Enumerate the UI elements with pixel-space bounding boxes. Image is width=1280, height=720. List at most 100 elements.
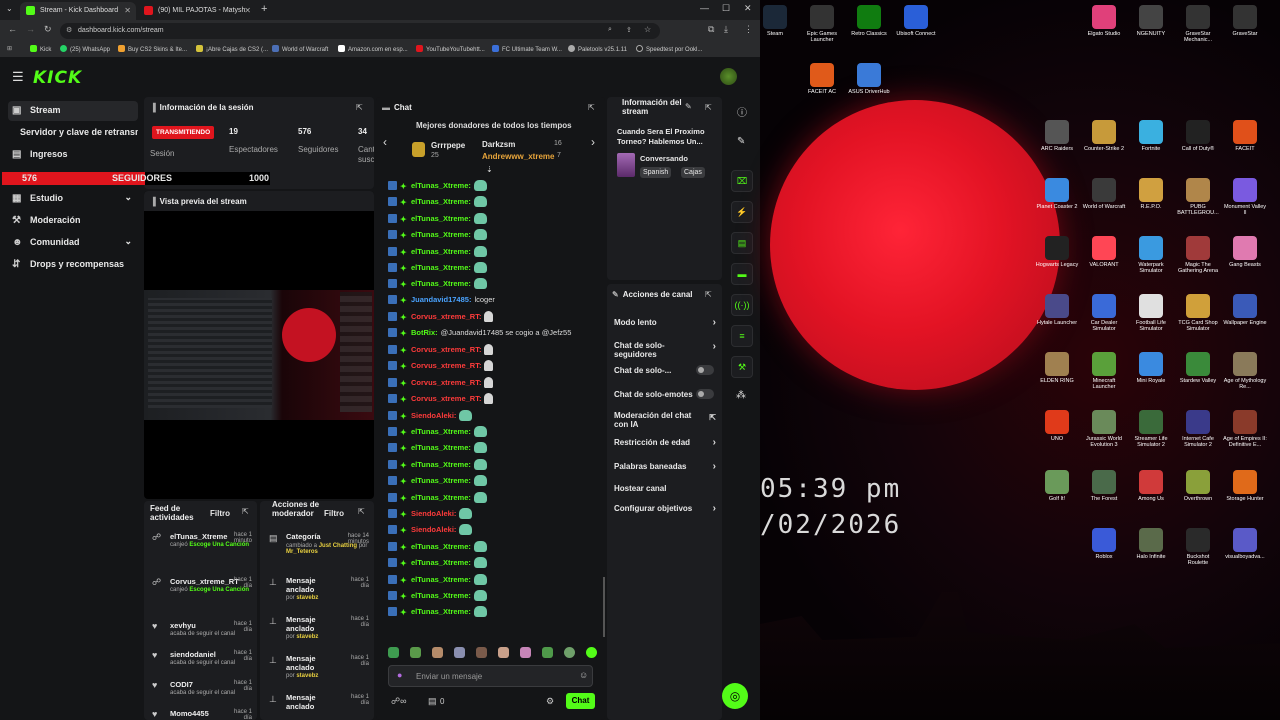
desktop-icon[interactable]: Gang Beasts: [1223, 236, 1267, 268]
bookmark-speedtest[interactable]: Speedtest por Ookl...: [636, 45, 702, 53]
desktop-icon[interactable]: visualboyadva...: [1223, 528, 1267, 560]
bookmark-amazon[interactable]: Amazon.com en esp...: [338, 45, 408, 53]
chat-username[interactable]: elTunas_Xtreme:: [411, 230, 471, 239]
desktop-icon[interactable]: Golf It!: [1035, 470, 1079, 502]
bookmark-cs2-cajas[interactable]: ¡Abre Cajas de CS2 (...: [196, 45, 268, 53]
feed-item[interactable]: ♥ Momo4455 hace 1 día: [152, 709, 252, 720]
desktop-icon[interactable]: Age of Mythology Re...: [1223, 352, 1267, 391]
rail-button-settings[interactable]: ≡: [731, 325, 753, 347]
pencil-icon[interactable]: ✎: [685, 102, 692, 111]
rail-button-doc[interactable]: ▤: [731, 232, 753, 254]
chat-input[interactable]: ● Enviar un mensaje ☺: [388, 665, 593, 687]
mic-icon[interactable]: ●: [397, 670, 402, 680]
desktop-icon[interactable]: NGENUITY: [1129, 5, 1173, 37]
chat-username[interactable]: elTunas_Xtreme:: [411, 181, 471, 190]
share-icon[interactable]: ⇪: [626, 26, 632, 34]
sidebar-item-drops[interactable]: ⇵ Drops y recompensas: [8, 255, 138, 275]
user-avatar[interactable]: [720, 68, 737, 85]
channel-action-item[interactable]: Configurar objetivos ›: [614, 503, 718, 514]
external-link-icon[interactable]: ⇱: [709, 413, 716, 422]
sidebar-item-moderacion[interactable]: ⚒ Moderación: [8, 211, 138, 231]
maximize-icon[interactable]: ☐: [722, 3, 730, 14]
emoji-icon[interactable]: ☺: [579, 670, 588, 680]
channel-action-item[interactable]: Modo lento ›: [614, 317, 718, 328]
desktop-icon[interactable]: Among Us: [1129, 470, 1173, 502]
url-field[interactable]: ⚙ dashboard.kick.com/stream ⌕ ⇪ ☆: [60, 23, 660, 39]
chat-username[interactable]: elTunas_Xtreme:: [411, 558, 471, 567]
desktop-icon[interactable]: Monument Valley II: [1223, 178, 1267, 217]
info-circle-icon[interactable]: ⓘ: [737, 104, 747, 119]
mod-filter-button[interactable]: Filtro: [324, 509, 344, 518]
sidebar-item-ingresos[interactable]: ▤ Ingresos: [8, 145, 138, 165]
site-info-icon[interactable]: ⚙: [66, 26, 72, 34]
chat-scrollbar[interactable]: [603, 577, 605, 637]
bookmark-paletools[interactable]: Paletools v25.1.11: [568, 45, 627, 53]
bookmark-whatsapp[interactable]: (25) WhatsApp: [60, 45, 110, 53]
bookmark-cs2-skins[interactable]: Buy CS2 Skins & Ite...: [118, 45, 187, 53]
toggle-switch[interactable]: [696, 389, 714, 399]
bookmark-star-icon[interactable]: ☆: [644, 25, 651, 34]
desktop-icon[interactable]: Car Dealer Simulator: [1082, 294, 1126, 333]
close-tab-icon[interactable]: ✕: [124, 6, 131, 15]
sidebar-item-stream[interactable]: ▣ Stream: [8, 101, 138, 121]
chat-username[interactable]: BotRix:: [411, 328, 438, 337]
desktop-icon[interactable]: TCG Card Shop Simulator: [1176, 294, 1220, 333]
more-icon[interactable]: ⁂: [736, 390, 746, 401]
save-icon[interactable]: ▤: [428, 696, 437, 707]
desktop-icon[interactable]: Waterpark Simulator: [1129, 236, 1173, 275]
minimize-icon[interactable]: —: [700, 3, 709, 13]
popout-icon[interactable]: ⇱: [356, 103, 363, 112]
feed-item[interactable]: ☍ Corvus_xtreme_RT canjeó Escoge Una Canci…: [152, 577, 252, 593]
desktop-icon[interactable]: World of Warcraft: [1082, 178, 1126, 210]
desktop-icon[interactable]: Elgato Studio: [1082, 5, 1126, 37]
toggle-switch[interactable]: [696, 365, 714, 375]
emote-slot[interactable]: [498, 647, 509, 658]
chat-username[interactable]: Corvus_xtreme_RT:: [411, 361, 481, 370]
chat-username[interactable]: elTunas_Xtreme:: [411, 279, 471, 288]
desktop-icon[interactable]: ARC Raiders: [1035, 120, 1079, 152]
reload-icon[interactable]: ↻: [44, 24, 52, 35]
desktop-icon[interactable]: Roblox: [1082, 528, 1126, 560]
chat-username[interactable]: elTunas_Xtreme:: [411, 427, 471, 436]
desktop-icon[interactable]: VALORANT: [1082, 236, 1126, 268]
desktop-icon[interactable]: Jurassic World Evolution 3: [1082, 410, 1126, 449]
desktop-icon[interactable]: Ubisoft Connect: [894, 5, 938, 37]
desktop-icon[interactable]: UNO: [1035, 410, 1079, 442]
desktop-icon[interactable]: Wallpaper Engine: [1223, 294, 1267, 326]
zoom-icon[interactable]: ⌕: [608, 26, 612, 34]
rail-button-tools[interactable]: ⚒: [731, 356, 753, 378]
desktop-icon[interactable]: GraveStar: [1223, 5, 1267, 37]
emote-slot[interactable]: [388, 647, 399, 658]
mod-action-item[interactable]: ⊥ Mensaje anclado por stavebz hace 1 día: [269, 654, 369, 679]
desktop-icon[interactable]: Magic The Gathering Arena: [1176, 236, 1220, 275]
new-tab-icon[interactable]: +: [261, 3, 267, 15]
desktop-icon[interactable]: Counter-Strike 2: [1082, 120, 1126, 152]
download-icon[interactable]: ⤓: [724, 24, 728, 35]
rail-button-clip[interactable]: ⌧: [731, 170, 753, 192]
rail-button-lightning[interactable]: ⚡: [731, 201, 753, 223]
chat-username[interactable]: SiendoAleki:: [411, 525, 456, 534]
emote-slot[interactable]: [410, 647, 421, 658]
chat-username[interactable]: elTunas_Xtreme:: [411, 197, 471, 206]
feed-item[interactable]: ♥ xevhyu acaba de seguir el canal hace 1 d…: [152, 621, 252, 637]
channel-action-item[interactable]: Palabras baneadas ›: [614, 461, 718, 472]
popout-icon[interactable]: ⇱: [588, 103, 595, 112]
tab-youtube[interactable]: (90) MIL PAJOTAS - Matysh ✕: [138, 2, 256, 20]
donors-prev-icon[interactable]: ‹: [383, 135, 387, 149]
popout-icon[interactable]: ⇱: [705, 103, 712, 112]
emote-slot[interactable]: [542, 647, 553, 658]
desktop-icon[interactable]: Call of Duty®: [1176, 120, 1220, 152]
desktop-icon[interactable]: R.E.P.O.: [1129, 178, 1173, 210]
chat-username[interactable]: elTunas_Xtreme:: [411, 247, 471, 256]
users-icon[interactable]: ☍∞: [391, 696, 407, 707]
tag-spanish[interactable]: Spanish: [640, 167, 672, 178]
feed-item[interactable]: ♥ CODI7 acaba de seguir el canal hace 1 dí…: [152, 680, 252, 696]
sidebar-item-estudio[interactable]: ▦ Estudio ⌄: [8, 189, 138, 209]
extensions-icon[interactable]: ⧉: [708, 24, 714, 35]
popout-icon[interactable]: ⇱: [705, 290, 712, 299]
close-tab-icon[interactable]: ✕: [244, 6, 251, 15]
desktop-icon[interactable]: Buckshot Roulette: [1176, 528, 1220, 567]
bookmark-kick[interactable]: Kick: [30, 45, 51, 53]
chat-username[interactable]: Corvus_xtreme_RT:: [411, 378, 481, 387]
rail-button-chat[interactable]: ▬: [731, 263, 753, 285]
